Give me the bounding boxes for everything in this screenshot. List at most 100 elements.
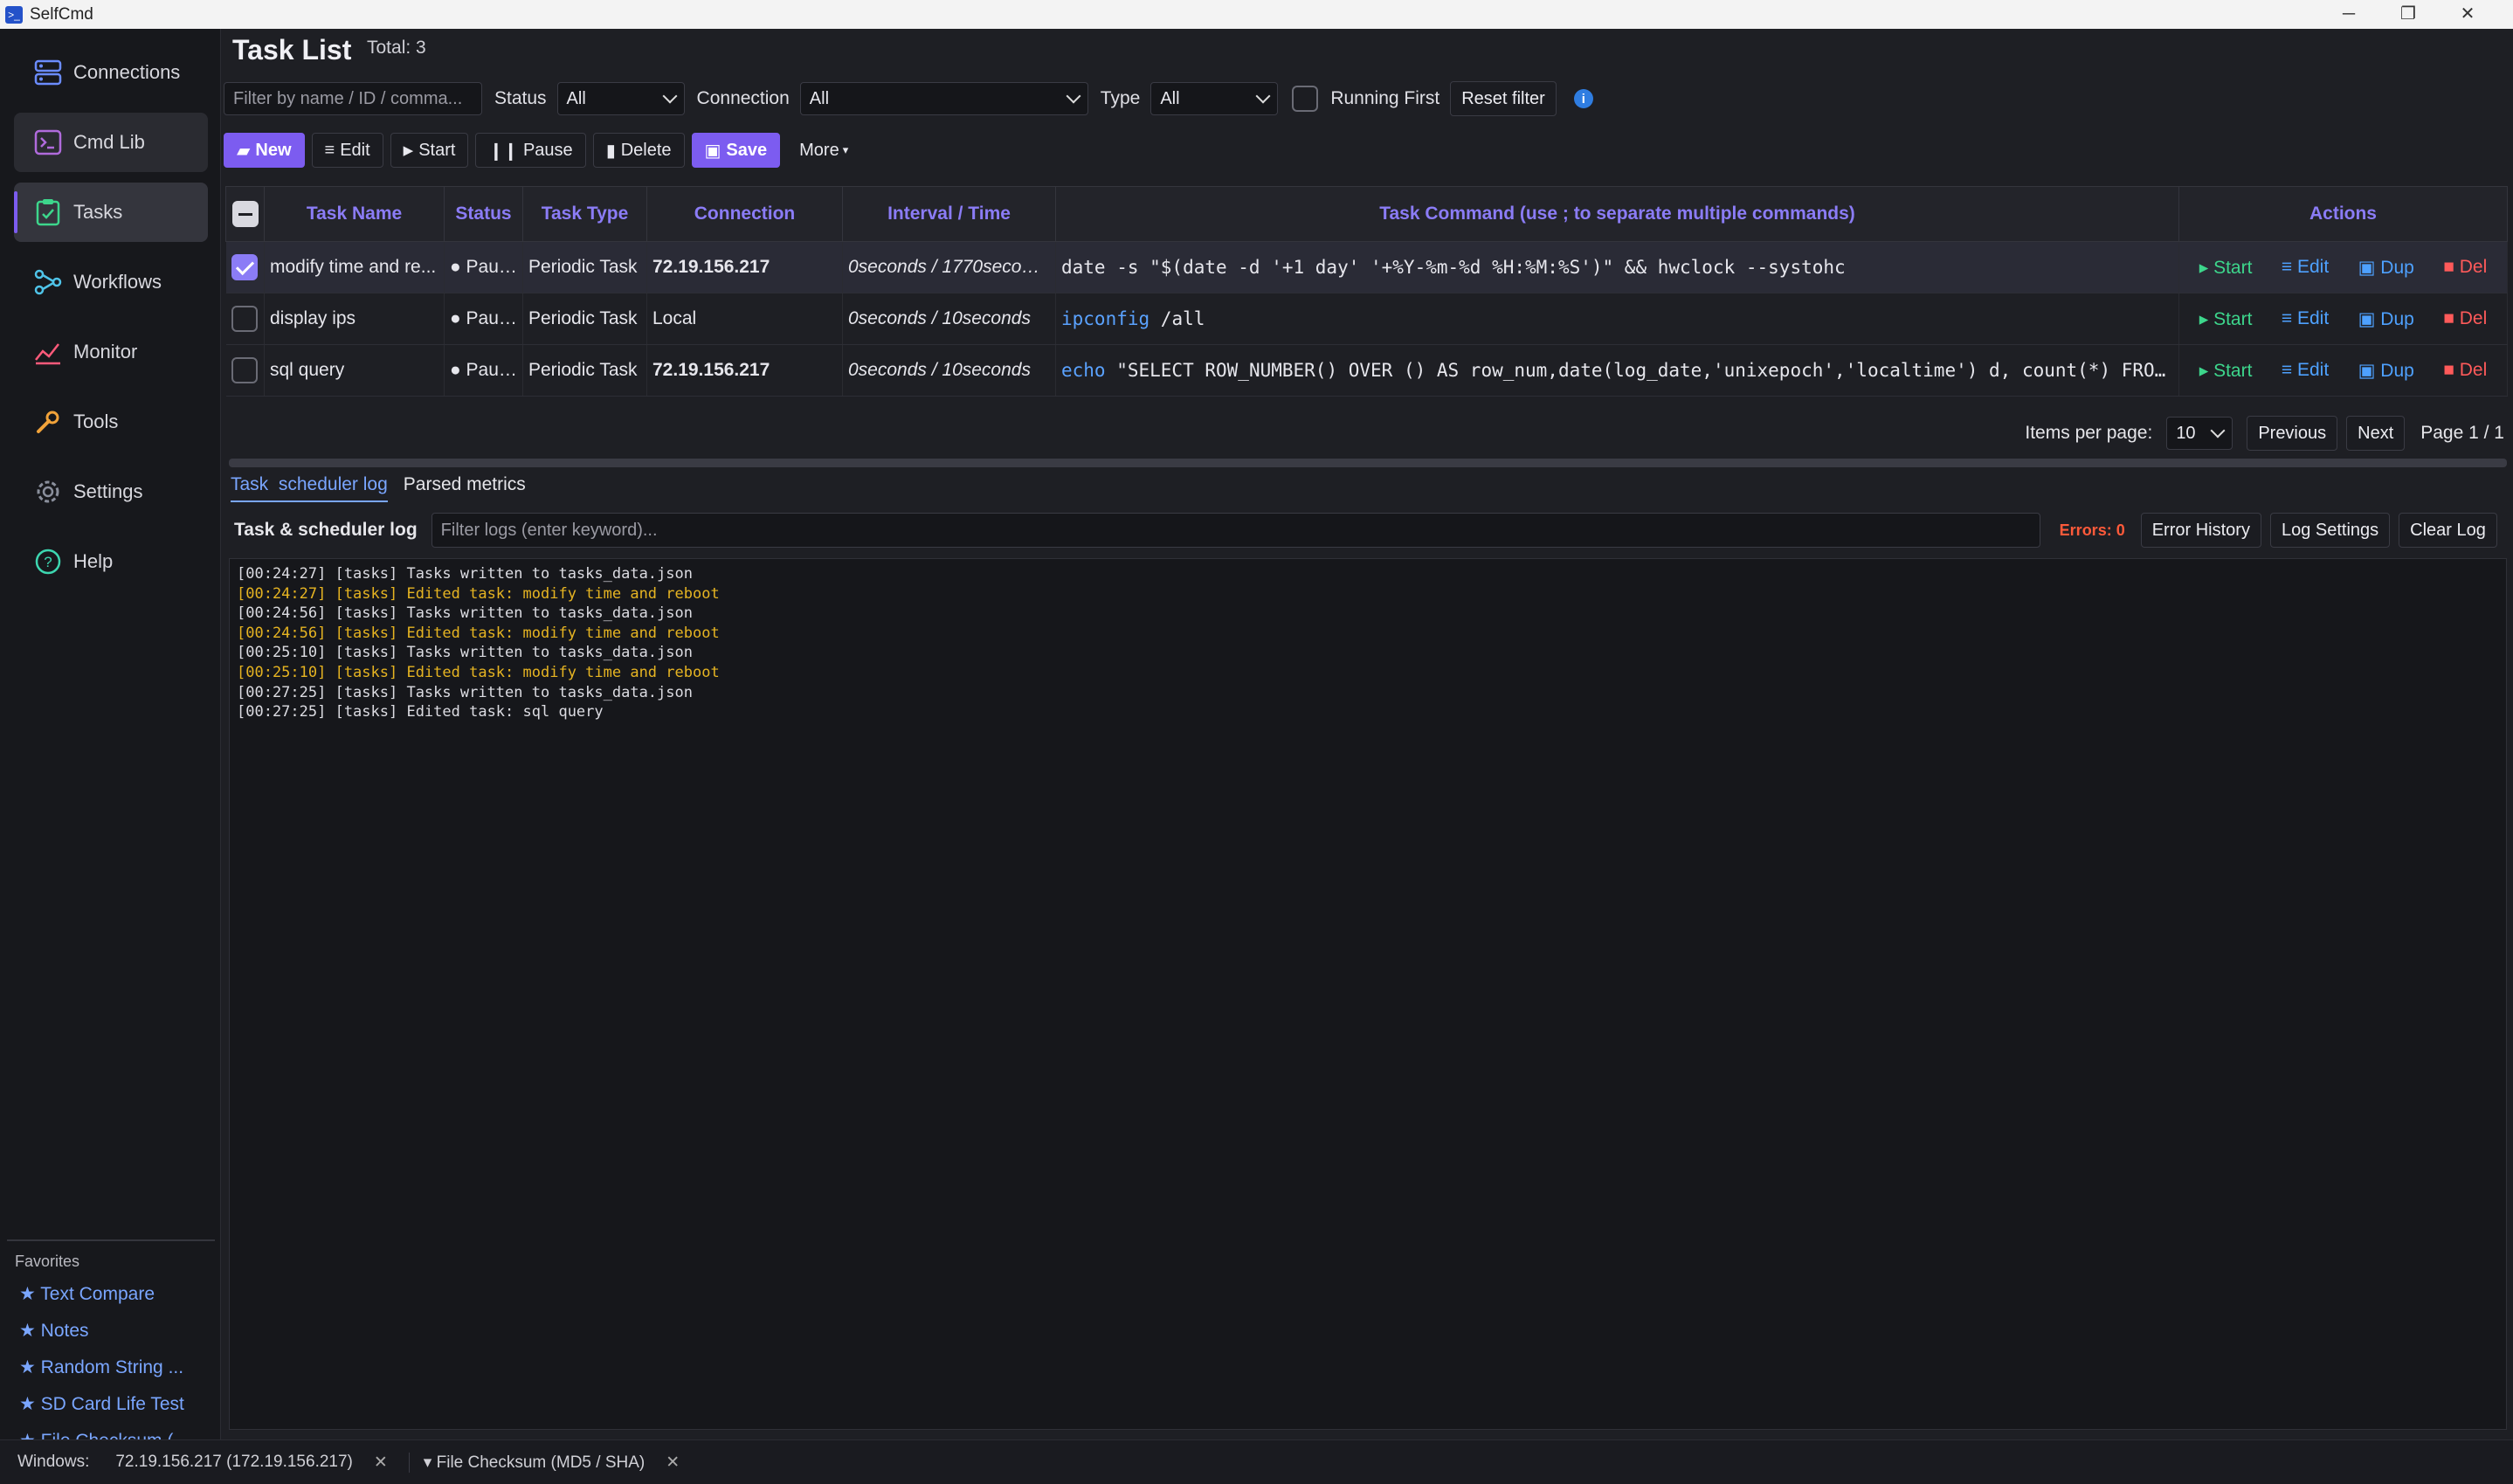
table-horizontal-scrollbar[interactable] — [229, 459, 2507, 467]
chart-icon — [33, 337, 63, 367]
more-label: More — [799, 140, 839, 160]
start-task-button[interactable]: ▶ Start — [390, 133, 469, 168]
previous-page-button[interactable]: Previous — [2247, 416, 2338, 451]
row-edit-button[interactable]: ≡ Edit — [2282, 257, 2329, 278]
sidebar-item-cmd-lib[interactable]: Cmd Lib — [14, 113, 208, 172]
table-row[interactable]: sql query ● Paused Periodic Task 72.19.1… — [225, 344, 2508, 397]
log-output[interactable]: [00:24:27] [tasks] Tasks written to task… — [229, 558, 2507, 1430]
log-filter-input[interactable]: Filter logs (enter keyword)... — [431, 513, 2040, 548]
row-checkbox[interactable] — [231, 254, 259, 280]
column-header[interactable]: Task Name — [264, 186, 445, 242]
sidebar-item-help[interactable]: ? Help — [14, 532, 208, 591]
items-per-page-select[interactable]: 10 — [2166, 417, 2233, 450]
row-edit-button[interactable]: ≡ Edit — [2282, 308, 2329, 329]
connection-filter-select[interactable]: All — [799, 82, 1088, 115]
close-window-tab-icon[interactable]: ✕ — [666, 1453, 680, 1473]
close-window-tab-icon[interactable]: ✕ — [374, 1453, 388, 1473]
row-start-button[interactable]: ▸ Start — [2199, 360, 2253, 382]
connection-filter-value: All — [809, 88, 830, 108]
favorite-item[interactable]: ★ Notes — [19, 1320, 89, 1342]
chevron-down-icon — [1066, 88, 1081, 104]
folder-plus-icon: ▰ — [237, 141, 251, 161]
row-delete-button[interactable]: ■ Del — [2443, 308, 2487, 329]
sidebar-item-tasks[interactable]: Tasks — [14, 183, 208, 242]
chevron-down-icon — [662, 88, 678, 104]
log-settings-button[interactable]: Log Settings — [2269, 513, 2391, 548]
favorite-item[interactable]: ★ Random String ... — [19, 1356, 183, 1378]
row-start-button[interactable]: ▸ Start — [2199, 257, 2253, 279]
favorite-item[interactable]: ★ Text Compare — [19, 1283, 155, 1305]
log-line: [00:24:56] [tasks] Edited task: modify t… — [237, 624, 720, 642]
row-delete-button[interactable]: ■ Del — [2443, 257, 2487, 278]
row-checkbox[interactable] — [231, 306, 259, 332]
favorite-item[interactable]: ★ SD Card Life Test — [19, 1393, 184, 1415]
sidebar-item-label: Monitor — [73, 341, 138, 362]
more-menu-button[interactable]: More ▾ — [787, 133, 860, 168]
log-line: [00:24:27] [tasks] Edited task: modify t… — [237, 584, 720, 603]
task-interval-cell: 0seconds / 10seconds — [842, 344, 1056, 397]
minimize-button[interactable]: ─ — [2319, 0, 2378, 29]
task-command-cell: echo "SELECT ROW_NUMBER() OVER () AS row… — [1055, 344, 2179, 397]
column-header[interactable]: Task Command (use ; to separate multiple… — [1055, 186, 2179, 242]
sidebar-item-label: Tools — [73, 411, 119, 432]
row-start-button[interactable]: ▸ Start — [2199, 308, 2253, 330]
row-dup-button[interactable]: ▣ Dup — [2358, 308, 2414, 330]
row-select-cell[interactable] — [225, 241, 265, 293]
select-all-checkbox[interactable] — [231, 201, 259, 227]
status-filter-select[interactable]: All — [556, 82, 685, 115]
task-name-cell: sql query — [264, 344, 445, 397]
command-keyword: echo — [1061, 360, 1106, 381]
close-button[interactable]: ✕ — [2438, 0, 2497, 29]
clear-log-button[interactable]: Clear Log — [2399, 513, 2497, 548]
log-line: [00:27:25] [tasks] Edited task: sql quer… — [237, 703, 604, 721]
column-header[interactable]: Interval / Time — [842, 186, 1056, 242]
window-tab[interactable]: 72.19.156.217 (172.19.156.217) — [115, 1453, 353, 1472]
sidebar-item-connections[interactable]: Connections — [14, 43, 208, 102]
tab-parsed-metrics[interactable]: Parsed metrics — [404, 474, 526, 502]
row-select-cell[interactable] — [225, 293, 265, 345]
windows-label: Windows: — [17, 1453, 90, 1471]
table-row[interactable]: modify time and re... ● Paused Periodic … — [225, 241, 2508, 293]
running-first-checkbox[interactable] — [1292, 86, 1319, 112]
next-page-button[interactable]: Next — [2346, 416, 2406, 451]
column-header[interactable]: Status — [444, 186, 523, 242]
sidebar-item-workflows[interactable]: Workflows — [14, 252, 208, 312]
pause-task-button[interactable]: ❙❙ Pause — [475, 133, 586, 168]
play-icon: ▶ — [403, 143, 414, 158]
sidebar-item-tools[interactable]: Tools — [14, 392, 208, 452]
task-connection-cell: Local — [646, 293, 843, 345]
sidebar-item-label: Connections — [73, 61, 181, 83]
sidebar-item-settings[interactable]: Settings — [14, 462, 208, 521]
column-header[interactable]: Actions — [2178, 186, 2508, 242]
tab-task-scheduler-log[interactable]: Task scheduler log — [231, 474, 388, 502]
row-dup-button[interactable]: ▣ Dup — [2358, 360, 2414, 382]
task-search-input[interactable]: Filter by name / ID / comma... — [224, 82, 482, 115]
reset-filter-button[interactable]: Reset filter — [1450, 81, 1557, 116]
row-delete-button[interactable]: ■ Del — [2443, 360, 2487, 381]
select-all-header[interactable] — [225, 186, 265, 242]
row-edit-button[interactable]: ≡ Edit — [2282, 360, 2329, 381]
restore-button[interactable]: ❐ — [2378, 0, 2438, 29]
new-task-button[interactable]: ▰ New — [224, 133, 305, 168]
workflow-icon — [33, 267, 63, 297]
row-dup-button[interactable]: ▣ Dup — [2358, 257, 2414, 279]
info-icon[interactable]: i — [1573, 89, 1593, 108]
table-row[interactable]: display ips ● Paused Periodic Task Local… — [225, 293, 2508, 345]
type-filter-select[interactable]: All — [1150, 82, 1279, 115]
column-header[interactable]: Connection — [646, 186, 843, 242]
save-tasks-button[interactable]: ▣ Save — [691, 133, 781, 168]
row-checkbox[interactable] — [231, 357, 259, 383]
sidebar-item-label: Cmd Lib — [73, 131, 145, 153]
window-tab[interactable]: ▾ File Checksum (MD5 / SHA) — [408, 1452, 645, 1473]
pause-label: Pause — [522, 140, 573, 160]
command-keyword: ipconfig — [1061, 308, 1150, 329]
error-history-button[interactable]: Error History — [2140, 513, 2261, 548]
log-title: Task & scheduler log — [234, 520, 418, 540]
chevron-down-icon — [1255, 88, 1271, 104]
row-select-cell[interactable] — [225, 344, 265, 397]
status-filter-value: All — [566, 88, 586, 108]
sidebar-item-monitor[interactable]: Monitor — [14, 322, 208, 382]
delete-task-button[interactable]: ▮ Delete — [592, 133, 685, 168]
column-header[interactable]: Task Type — [522, 186, 647, 242]
edit-task-button[interactable]: ≡ Edit — [311, 133, 383, 168]
